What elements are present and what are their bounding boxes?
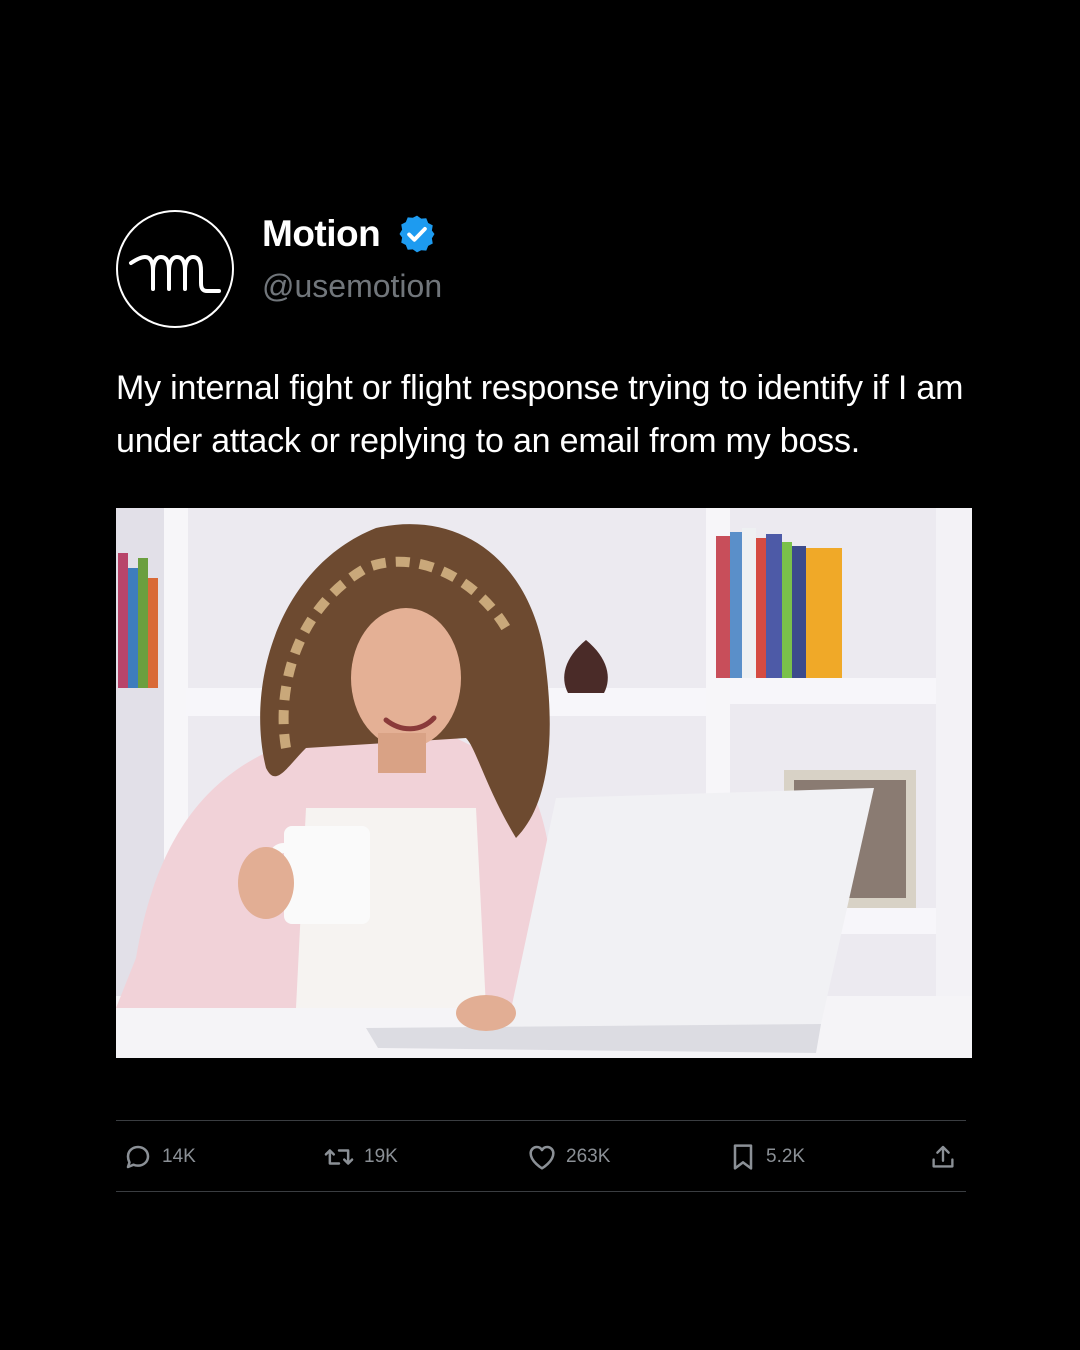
identity: Motion @usemotion	[262, 210, 442, 305]
verified-badge-icon	[396, 213, 438, 255]
tweet-header: Motion @usemotion	[116, 210, 968, 332]
retweet-count: 19K	[364, 1146, 398, 1167]
reply-button[interactable]: 14K	[122, 1121, 196, 1193]
display-name[interactable]: Motion	[262, 213, 381, 255]
tweet-card: Motion @usemotion My internal fight or f…	[116, 210, 968, 468]
like-button[interactable]: 263K	[526, 1121, 610, 1193]
retweet-button[interactable]: 19K	[322, 1121, 398, 1193]
tweet-photo[interactable]	[116, 508, 972, 1058]
reply-count: 14K	[162, 1146, 196, 1167]
tweet-actions-bar: 14K 19K 263K 5.2K	[116, 1120, 966, 1192]
heart-icon	[529, 1145, 555, 1170]
handle[interactable]: @usemotion	[262, 268, 442, 305]
like-count: 263K	[566, 1146, 611, 1167]
reply-icon	[126, 1145, 150, 1169]
share-button[interactable]	[928, 1121, 958, 1193]
bookmark-icon	[733, 1144, 753, 1170]
tweet-text: My internal fight or flight response try…	[116, 369, 964, 460]
bookmark-button[interactable]: 5.2K	[728, 1121, 805, 1193]
avatar[interactable]	[116, 210, 234, 328]
share-icon	[932, 1145, 954, 1168]
name-row: Motion	[262, 213, 442, 255]
photo-illustration	[116, 508, 972, 1058]
bookmark-count: 5.2K	[766, 1146, 806, 1167]
retweet-icon	[324, 1149, 354, 1165]
motion-logo-icon	[129, 255, 221, 293]
